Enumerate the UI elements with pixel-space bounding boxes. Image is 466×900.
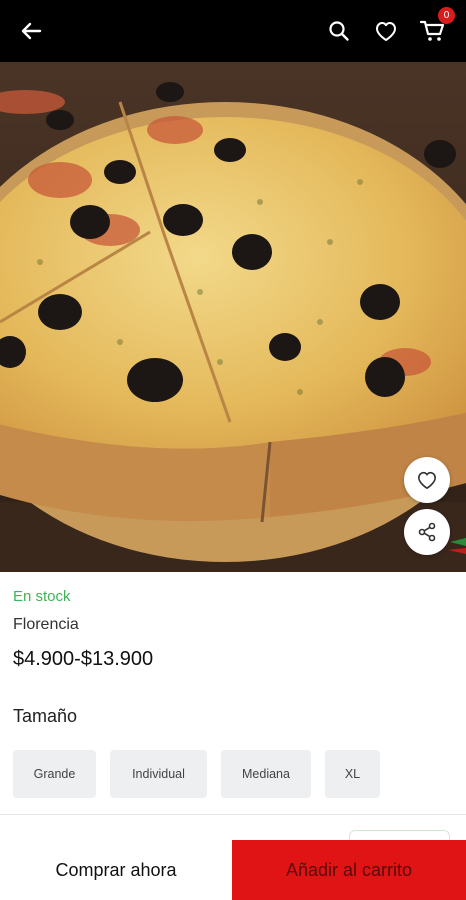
add-to-cart-button[interactable]: Añadir al carrito: [232, 840, 466, 900]
size-option-mediana[interactable]: Mediana: [221, 750, 311, 798]
stock-status: En stock: [13, 588, 71, 605]
size-option-grande[interactable]: Grande: [13, 750, 96, 798]
divider: [0, 814, 466, 815]
product-info: En stock Florencia $4.900-$13.900: [13, 588, 453, 671]
product-price: $4.900-$13.900: [13, 648, 154, 670]
heart-icon[interactable]: [371, 16, 401, 46]
heart-outline-icon: [418, 471, 436, 489]
size-options: Grande Individual Mediana XL: [13, 750, 380, 798]
product-name: Florencia: [13, 616, 79, 633]
top-app-bar: 0: [0, 0, 466, 62]
cart-button[interactable]: 0: [418, 7, 455, 46]
pizza-image: [0, 62, 466, 572]
cart-count-badge: 0: [438, 7, 455, 24]
back-arrow-icon[interactable]: [16, 16, 46, 46]
size-option-xl[interactable]: XL: [325, 750, 380, 798]
share-button[interactable]: [404, 509, 450, 555]
search-icon[interactable]: [324, 16, 354, 46]
size-heading: Tamaño: [13, 706, 78, 726]
header-actions: 0: [324, 7, 455, 46]
favorite-button[interactable]: [404, 457, 450, 503]
buy-now-button[interactable]: Comprar ahora: [0, 840, 232, 900]
size-option-individual[interactable]: Individual: [110, 750, 207, 798]
share-icon: [418, 522, 436, 542]
product-image: [0, 62, 466, 572]
bottom-action-bar: Comprar ahora Añadir al carrito: [0, 840, 466, 900]
